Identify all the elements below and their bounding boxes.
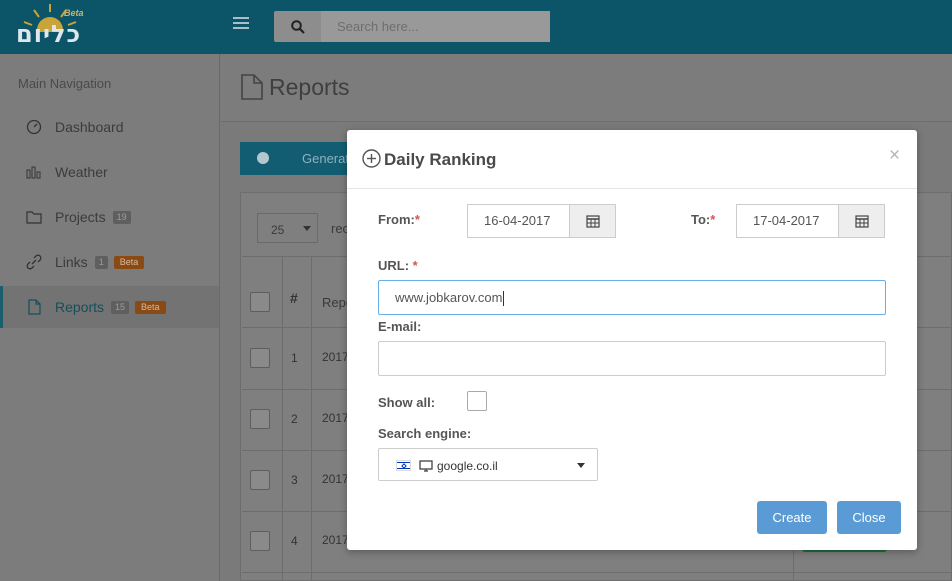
sidebar-item-label: Dashboard [55,119,124,135]
to-calendar-button[interactable] [838,204,885,238]
create-button[interactable]: Create [757,501,827,534]
beta-badge: Beta [135,300,166,314]
search-engine-select[interactable]: google.co.il [378,448,598,481]
page-size-select[interactable]: 25 [257,213,318,243]
row-report: 2017 [322,533,349,547]
app-logo[interactable]: כליום Beta [14,2,86,52]
column-divider [282,256,283,581]
nav-heading: Main Navigation [18,76,112,91]
to-label: To:* [691,212,716,227]
search-button[interactable] [274,11,321,42]
close-button[interactable]: Close [837,501,901,534]
chevron-down-icon [577,463,585,468]
sidebar-item-label: Reports [55,299,105,315]
close-icon[interactable]: × [889,146,900,165]
row-number: 1 [291,351,298,365]
sidebar-item-weather[interactable]: Weather [0,151,219,193]
row-number: 4 [291,534,298,548]
sidebar-item-projects[interactable]: Projects 19 [0,196,219,238]
file-icon [28,299,41,315]
sidebar-item-label: Projects [55,209,106,225]
israel-flag-icon [396,460,411,471]
sidebar: Main Navigation Dashboard Weather Projec… [0,54,220,581]
row-checkbox[interactable] [250,348,270,368]
reports-file-icon [241,74,263,100]
row-checkbox[interactable] [250,470,270,490]
row-checkbox[interactable] [250,409,270,429]
link-icon [26,254,42,270]
plus-circle-icon [257,152,269,164]
sidebar-item-links[interactable]: Links 1 Beta [0,241,219,283]
logo-text: כליום [16,20,82,48]
to-date-input[interactable]: 17-04-2017 [736,204,839,238]
row-report: 2017 [322,350,349,364]
email-field[interactable] [378,341,886,376]
calendar-icon [586,215,600,228]
bar-chart-icon [26,166,41,179]
folder-icon [26,211,42,224]
column-divider [311,256,312,581]
modal-header: Daily Ranking × [347,130,917,189]
sidebar-item-label: Links [55,254,88,270]
from-calendar-button[interactable] [569,204,616,238]
page-title: Reports [269,74,350,100]
dashboard-icon [26,119,42,135]
sidebar-item-reports[interactable]: Reports 15 Beta [0,286,219,328]
row-number: 2 [291,412,298,426]
row-number: 3 [291,473,298,487]
top-bar: כליום Beta Search here... [0,0,952,54]
sidebar-item-label: Weather [55,164,108,180]
menu-toggle-icon[interactable] [233,17,249,31]
url-input[interactable]: www.jobkarov.com [378,280,886,315]
desktop-icon [419,460,433,472]
email-label: E-mail: [378,319,422,334]
count-badge: 1 [94,255,108,269]
search-icon [291,20,305,34]
url-label: URL: * [378,258,418,273]
column-header-number: # [290,290,298,306]
daily-ranking-modal: Daily Ranking × [347,130,917,550]
row-divider [242,572,952,573]
sidebar-item-dashboard[interactable]: Dashboard [0,106,219,148]
logo-beta-badge: Beta [64,8,84,18]
from-label: From:* [378,212,420,227]
generate-button[interactable]: Generate [240,142,360,175]
row-report: 2017 [322,411,349,425]
search-engine-label: Search engine: [378,426,472,441]
search-engine-value: google.co.il [437,459,498,473]
modal-title: Daily Ranking [384,150,497,169]
beta-badge: Beta [113,255,145,269]
row-checkbox[interactable] [250,531,270,551]
plus-circle-icon [362,149,381,168]
select-all-checkbox[interactable] [250,292,270,312]
show-all-label: Show all: [378,395,436,410]
count-badge: 19 [112,210,131,224]
count-badge: 15 [111,300,130,314]
row-report: 2017 [322,472,349,486]
from-date-input[interactable]: 16-04-2017 [467,204,570,238]
show-all-checkbox[interactable] [467,391,487,411]
calendar-icon [855,215,869,228]
search-input[interactable]: Search here... [321,11,550,42]
